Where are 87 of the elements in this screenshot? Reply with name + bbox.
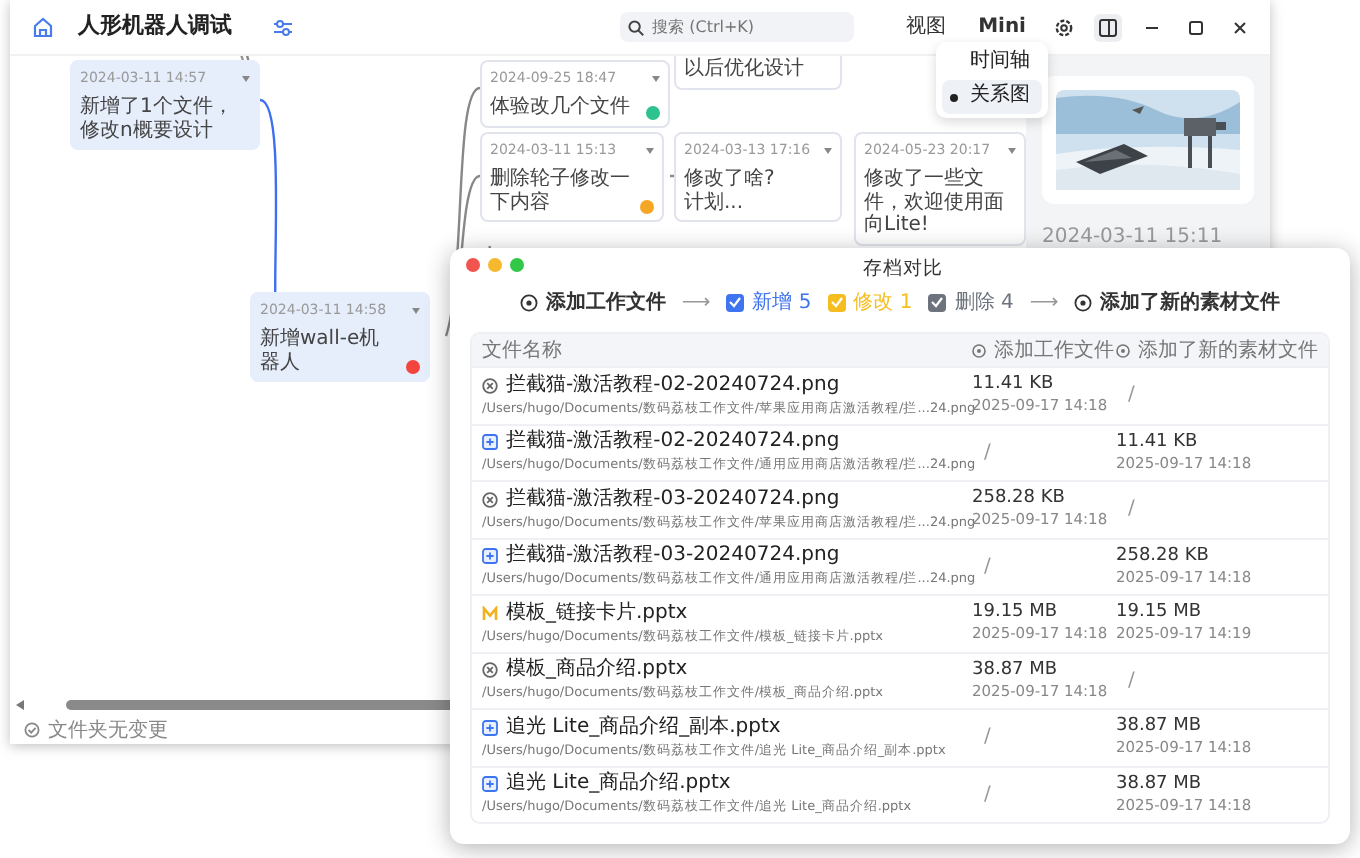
caret-icon[interactable] [646, 147, 654, 153]
file-size: 11.41 KB [972, 374, 1056, 397]
search-box[interactable]: 搜索 (Ctrl+K) [620, 12, 855, 42]
filter-label: 删除 4 [954, 289, 1014, 317]
file-name: 模板_链接卡片.pptx [506, 601, 688, 626]
filter-checkbox[interactable] [827, 293, 846, 311]
file-name: 模板_商品介绍.pptx [506, 658, 688, 683]
node-text: 删除轮子修改一下内容 [490, 168, 632, 214]
file-size: 258.28 KB [972, 488, 1067, 511]
check-icon [728, 296, 743, 308]
close-icon[interactable] [1230, 17, 1250, 37]
legend-source: 添加工作文件 [545, 289, 666, 317]
arrow-text: ⟶ [681, 289, 711, 317]
node-text: 新增了1个文件，修改n概要设计 [80, 96, 235, 142]
panel-icon [1098, 17, 1118, 37]
node-text: 修改了啥? 计划... [684, 168, 775, 214]
node-text: 体验改几个文件 [490, 96, 630, 119]
filter-checkbox[interactable] [928, 293, 947, 311]
sliders-icon[interactable] [272, 17, 294, 37]
empty-value: / [982, 553, 993, 582]
search-input[interactable]: 搜索 (Ctrl+K) [652, 15, 833, 39]
menu-item[interactable]: 关系图 [942, 80, 1042, 114]
file-name: 拦截猫-激活教程-02-20240724.png [506, 373, 840, 398]
added-icon [482, 548, 498, 565]
view-button[interactable]: 视图 [898, 12, 955, 42]
menu-item[interactable]: 时间轴 [942, 46, 1042, 80]
file-size: 11.41 KB [1116, 431, 1200, 454]
column-header[interactable]: 添加了新的素材文件 [1138, 335, 1318, 365]
target-icon [972, 343, 986, 357]
file-name: 追光 Lite_商品介绍.pptx [506, 772, 731, 797]
app-title: 人形机器人调试 [78, 10, 232, 43]
maximize-icon[interactable] [1186, 17, 1206, 37]
empty-value: / [982, 781, 993, 810]
added-icon [482, 719, 498, 736]
empty-value: / [1126, 496, 1137, 525]
file-name: 拦截猫-激活教程-02-20240724.png [506, 430, 840, 455]
target-icon [1074, 293, 1093, 311]
search-icon [628, 19, 645, 35]
empty-value: / [1126, 667, 1137, 696]
settings-icon[interactable] [1054, 17, 1074, 37]
filter-label: 新增 5 [752, 289, 812, 317]
column-header[interactable]: 添加工作文件 [994, 335, 1114, 365]
added-icon [482, 776, 498, 793]
panel-toggle-button[interactable] [1094, 13, 1122, 41]
modified-icon [482, 605, 498, 622]
file-size: 19.15 MB [1116, 602, 1204, 625]
file-size: 38.87 MB [1116, 716, 1204, 739]
file-size: 258.28 KB [1116, 545, 1211, 568]
status-text: 文件夹无变更 [48, 717, 168, 745]
file-name: 拦截猫-激活教程-03-20240724.png [506, 487, 840, 512]
graph-node[interactable]: 以后优化设计 [674, 56, 842, 89]
removed-icon [482, 491, 498, 508]
scroll-left-icon[interactable] [16, 700, 24, 710]
file-size: 19.15 MB [972, 602, 1060, 625]
file-size: 38.87 MB [1116, 773, 1204, 796]
image-card[interactable] [1042, 76, 1254, 204]
check-circle-icon [24, 722, 40, 738]
removed-icon [482, 377, 498, 394]
node-text: 修改了一些文件，欢迎使用面向Lite! [864, 168, 1006, 237]
legend-target: 添加了新的素材文件 [1100, 288, 1281, 317]
file-size: 38.87 MB [972, 659, 1060, 682]
empty-value: / [982, 724, 993, 753]
target-icon [1116, 343, 1130, 357]
empty-value: / [1126, 382, 1137, 411]
caret-icon[interactable] [1008, 147, 1016, 153]
caret-icon[interactable] [824, 147, 832, 153]
check-icon [829, 296, 844, 308]
file-name: 追光 Lite_商品介绍_副本.pptx [506, 715, 781, 740]
dialog-title: 存档对比 [863, 258, 943, 280]
added-icon [482, 434, 498, 451]
arrow-text: ⟶ [1029, 289, 1059, 317]
removed-icon [482, 662, 498, 679]
snapshot-date: 2024-03-11 15:11 [1042, 224, 1225, 252]
caret-icon[interactable] [242, 75, 250, 81]
node-text: 以后优化设计 [684, 58, 804, 81]
caret-icon[interactable] [412, 307, 420, 313]
column-header[interactable]: 文件名称 [482, 335, 562, 365]
empty-value: / [982, 439, 993, 468]
file-name: 拦截猫-激活教程-03-20240724.png [506, 544, 840, 569]
mini-button[interactable]: Mini [970, 12, 1034, 42]
check-icon [930, 296, 945, 308]
caret-icon[interactable] [652, 75, 660, 81]
target-icon [519, 293, 538, 311]
filter-checkbox[interactable] [726, 293, 745, 311]
filter-label: 修改 1 [853, 289, 913, 317]
home-icon[interactable] [32, 16, 54, 38]
node-text: 新增wall-e机器人 [260, 328, 382, 374]
